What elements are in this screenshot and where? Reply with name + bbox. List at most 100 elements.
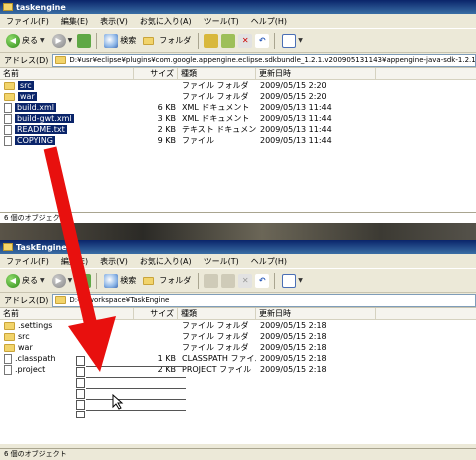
list-item[interactable]: war ファイル フォルダ 2009/05/15 2:18 [0,342,476,353]
back-arrow-icon: ◀ [6,273,20,288]
list-item[interactable]: src ファイル フォルダ 2009/05/15 2:18 [0,331,476,342]
file-date: 2009/05/15 2:18 [260,321,327,330]
drag-ghost-line [86,377,186,378]
list-item[interactable]: build-gwt.xml 3 KB XML ドキュメント 2009/05/13… [0,113,476,124]
file-date: 2009/05/15 2:18 [260,365,327,374]
file-date: 2009/05/15 2:20 [260,81,327,90]
file-type: ファイル [182,136,214,145]
folder-icon [55,56,67,64]
file-icon [4,135,12,146]
file-name: COPYING [15,136,55,145]
drag-ghost-icon [76,400,85,410]
address-label: アドレス(D) [4,295,49,305]
menu-favorites[interactable]: お気に入り(A) [134,16,198,27]
search-button[interactable]: 検索 [102,33,138,48]
file-type: ファイル フォルダ [182,81,249,90]
title-bar[interactable]: TaskEngine [0,240,476,254]
menu-favorites[interactable]: お気に入り(A) [134,256,198,267]
folder-icon [55,296,67,304]
move-to-icon[interactable] [204,33,219,48]
back-arrow-icon: ◀ [6,33,20,48]
folders-icon [143,36,155,45]
file-name: war [18,343,33,352]
file-name: README.txt [15,125,67,134]
list-item[interactable]: README.txt 2 KB テキスト ドキュメント 2009/05/13 1… [0,124,476,135]
menu-edit[interactable]: 編集(E) [55,16,94,27]
list-item[interactable]: .classpath 1 KB CLASSPATH ファイル 2009/05/1… [0,353,476,364]
column-size[interactable]: サイズ [134,68,178,79]
address-text: D:¥...workspace¥TaskEngine [69,296,170,304]
column-type[interactable]: 種類 [178,308,256,319]
folders-button[interactable]: フォルダ [141,35,193,46]
search-label: 検索 [120,276,137,285]
chevron-down-icon: ▼ [67,37,73,44]
forward-button[interactable]: ▶ ▼ [50,33,75,48]
back-button[interactable]: ◀ 戻る ▼ [4,33,47,48]
search-button[interactable]: 検索 [102,273,138,288]
delete-icon[interactable]: ✕ [238,273,253,288]
undo-icon[interactable]: ↶ [255,273,270,288]
file-date: 2009/05/13 11:44 [260,125,332,134]
address-input[interactable]: D:¥...workspace¥TaskEngine [52,293,476,307]
file-date: 2009/05/13 11:44 [260,103,332,112]
menu-view[interactable]: 表示(V) [94,256,134,267]
list-item[interactable]: COPYING 9 KB ファイル 2009/05/13 11:44 [0,135,476,146]
folder-icon [3,243,13,251]
list-item[interactable]: src ファイル フォルダ 2009/05/15 2:20 [0,80,476,91]
drag-ghost-line [86,410,186,411]
forward-button[interactable]: ▶ ▼ [50,273,75,288]
up-folder-icon[interactable] [77,273,92,288]
file-type: ファイル フォルダ [182,321,249,330]
move-to-icon[interactable] [204,273,219,288]
views-button[interactable]: ▼ [280,273,305,288]
drag-ghost-icon [76,356,85,366]
column-date[interactable]: 更新日時 [256,308,376,319]
file-icon [4,353,12,364]
views-icon [282,273,297,288]
menu-view[interactable]: 表示(V) [94,16,134,27]
text-file-icon [4,124,12,135]
up-folder-icon[interactable] [77,33,92,48]
title-bar[interactable]: taskengine [0,0,476,14]
delete-icon[interactable]: ✕ [238,33,253,48]
copy-to-icon[interactable] [221,33,236,48]
views-button[interactable]: ▼ [280,33,305,48]
menu-help[interactable]: ヘルプ(H) [245,256,293,267]
folder-icon [3,3,13,11]
copy-to-icon[interactable] [221,273,236,288]
column-name[interactable]: 名前 [0,68,134,79]
column-size[interactable]: サイズ [134,308,178,319]
column-type[interactable]: 種類 [178,68,256,79]
menu-help[interactable]: ヘルプ(H) [245,16,293,27]
file-type: PROJECT ファイル [182,365,252,374]
list-item[interactable]: .project 2 KB PROJECT ファイル 2009/05/15 2:… [0,364,476,375]
file-type: XML ドキュメント [182,114,250,123]
column-date[interactable]: 更新日時 [256,68,376,79]
file-name: war [18,92,37,101]
back-label: 戻る [22,276,38,285]
back-button[interactable]: ◀ 戻る ▼ [4,273,47,288]
file-date: 2009/05/15 2:18 [260,343,327,352]
file-type: ファイル フォルダ [182,92,249,101]
drag-ghost-icon [76,367,85,377]
file-name: .settings [18,321,53,330]
list-item[interactable]: .settings ファイル フォルダ 2009/05/15 2:18 [0,320,476,331]
menu-file[interactable]: ファイル(F) [0,256,55,267]
menu-file[interactable]: ファイル(F) [0,16,55,27]
menu-tools[interactable]: ツール(T) [198,16,245,27]
undo-icon[interactable]: ↶ [255,33,270,48]
file-type: CLASSPATH ファイル [182,354,256,363]
folders-label: フォルダ [159,36,192,45]
folders-button[interactable]: フォルダ [141,275,193,286]
toolbar-separator [274,272,276,289]
address-input[interactable]: D:¥usr¥eclipse¥plugins¥com.google.appeng… [52,53,476,67]
list-item[interactable]: war ファイル フォルダ 2009/05/15 2:20 [0,91,476,102]
toolbar-separator [198,32,200,49]
list-item[interactable]: build.xml 6 KB XML ドキュメント 2009/05/13 11:… [0,102,476,113]
column-name[interactable]: 名前 [0,308,134,319]
menu-edit[interactable]: 編集(E) [55,256,94,267]
folder-icon [4,321,15,330]
chevron-down-icon: ▼ [298,37,303,44]
status-bar: 6 個のオブジェクト [0,448,476,460]
menu-tools[interactable]: ツール(T) [198,256,245,267]
